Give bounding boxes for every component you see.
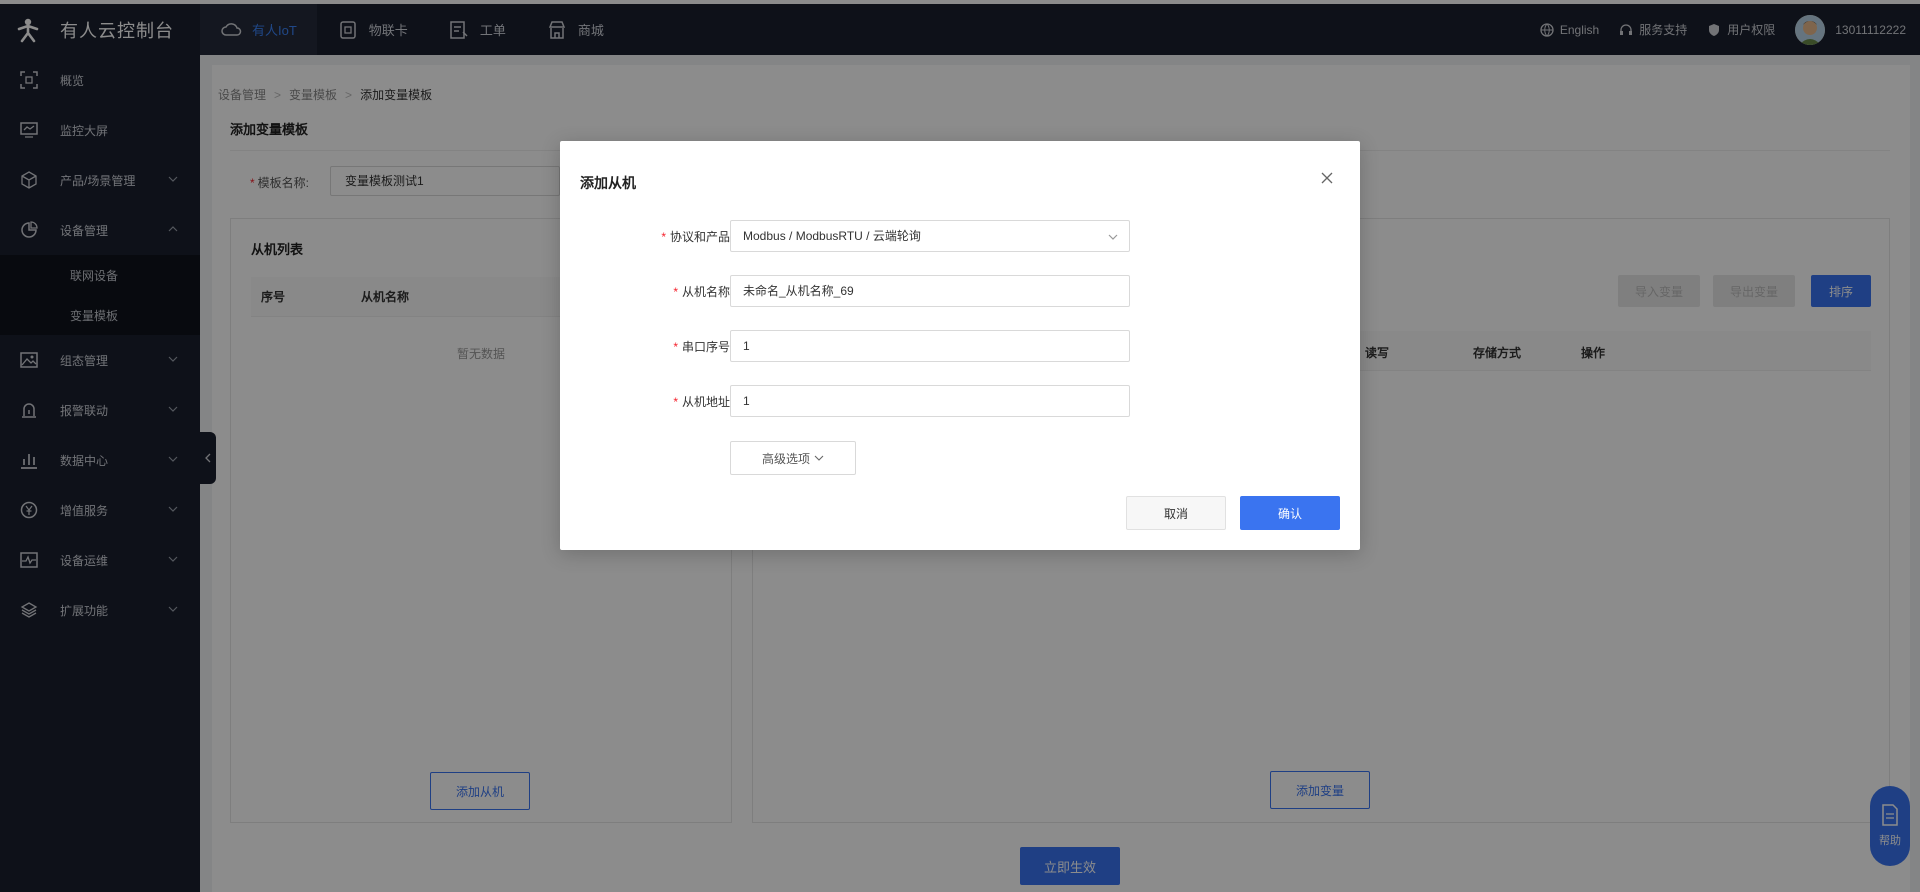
slave-address-label: * 从机地址 <box>673 395 730 409</box>
slave-name-label: * 从机名称 <box>673 285 730 299</box>
confirm-button[interactable]: 确认 <box>1240 496 1340 530</box>
advanced-options-button[interactable]: 高级选项 <box>730 441 856 475</box>
protocol-value: Modbus / ModbusRTU / 云端轮询 <box>743 229 921 243</box>
chevron-down-icon <box>1108 234 1118 240</box>
protocol-label: * 协议和产品 <box>661 230 730 244</box>
serial-port-label: * 串口序号 <box>673 340 730 354</box>
cancel-button[interactable]: 取消 <box>1126 496 1226 530</box>
chevron-down-icon <box>814 455 824 461</box>
dialog-title: 添加从机 <box>580 175 636 191</box>
advanced-options-label: 高级选项 <box>761 451 810 466</box>
field-label-text: 串口序号 <box>681 340 730 354</box>
field-label-text: 从机地址 <box>681 395 730 409</box>
serial-port-input[interactable]: 1 <box>730 330 1130 362</box>
slave-name-input[interactable]: 未命名_从机名称_69 <box>730 275 1130 307</box>
field-label-text: 协议和产品 <box>669 230 730 244</box>
close-icon[interactable] <box>1320 171 1334 185</box>
field-label-text: 从机名称 <box>681 285 730 299</box>
add-slave-dialog: 添加从机 * 协议和产品 Modbus / ModbusRTU / 云端轮询 * 从… <box>560 141 1360 550</box>
slave-address-input[interactable]: 1 <box>730 385 1130 417</box>
protocol-select[interactable]: Modbus / ModbusRTU / 云端轮询 <box>730 220 1130 252</box>
